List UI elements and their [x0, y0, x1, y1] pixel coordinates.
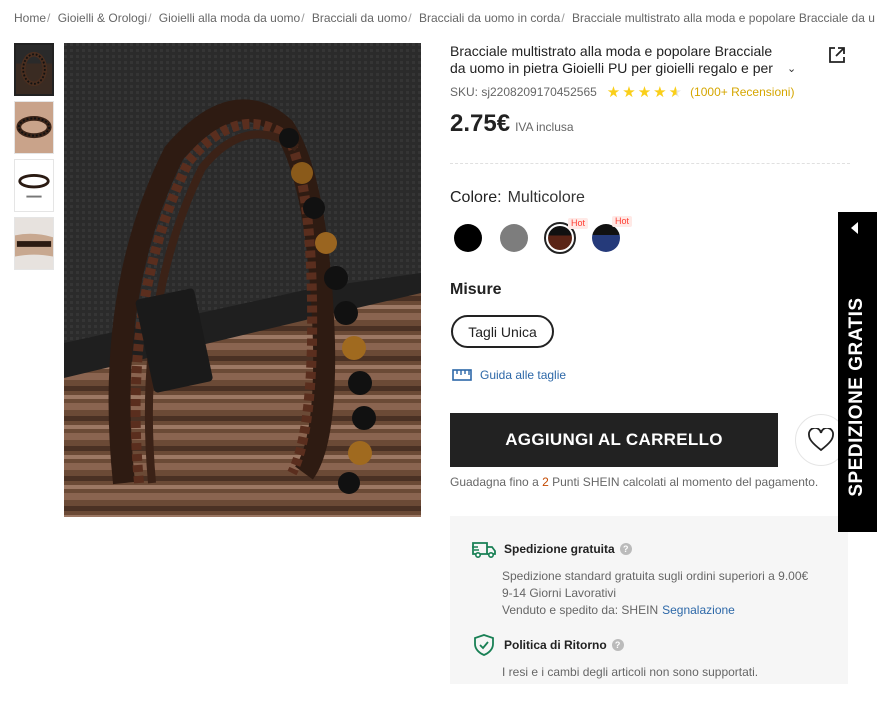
points-number: 2: [542, 475, 549, 489]
swatch-brown-fill: [548, 226, 572, 250]
breadcrumb-separator: /: [561, 11, 565, 25]
shield-check-icon: [474, 634, 494, 656]
color-label-text: Colore:: [450, 189, 502, 206]
thumbnail-list: [14, 43, 54, 275]
star-icon: ★: [637, 84, 654, 101]
size-option-button[interactable]: Tagli Unica: [451, 315, 554, 348]
product-title: Bracciale multistrato alla moda e popola…: [450, 43, 790, 77]
breadcrumb-separator: /: [301, 11, 305, 25]
product-main-image[interactable]: [64, 43, 421, 517]
seller-text: Venduto e spedito da: SHEIN: [502, 603, 659, 617]
reviews-link[interactable]: (1000+ Recensioni): [690, 85, 794, 99]
breadcrumb: Home/ Gioielli & Orologi/ Gioielli alla …: [14, 11, 877, 25]
points-suffix: Punti SHEIN calcolati al momento del pag…: [552, 475, 819, 489]
help-icon[interactable]: ?: [619, 543, 632, 555]
shipping-section: Spedizione gratuita ? Spedizione standar…: [472, 538, 808, 619]
thumbnail-2[interactable]: [14, 101, 54, 154]
swatch-navy-fill: [592, 224, 620, 252]
size-guide-link[interactable]: Guida alle taglie: [452, 368, 566, 382]
breadcrumb-men-fashion-jewelry[interactable]: Gioielli alla moda da uomo: [159, 11, 300, 25]
color-value: Multicolore: [507, 189, 585, 206]
sku-text: SKU: sj2208209170452565: [450, 85, 597, 99]
share-icon[interactable]: [827, 45, 847, 65]
shipping-info-box: Spedizione gratuita ? Spedizione standar…: [450, 516, 848, 684]
truck-icon: [472, 542, 496, 559]
points-prefix: Guadagna fino a: [450, 475, 539, 489]
swatch-grey[interactable]: [498, 222, 530, 254]
breadcrumb-men-bracelets[interactable]: Bracciali da uomo: [312, 11, 407, 25]
thumbnail-4[interactable]: [14, 217, 54, 270]
returns-title: Politica di Ritorno: [504, 638, 607, 652]
color-label: Colore: Multicolore: [450, 189, 585, 207]
price: 2.75€: [450, 110, 511, 137]
thumbnail-1[interactable]: [14, 43, 54, 96]
caret-left-icon: [851, 222, 858, 234]
swatch-navy-black[interactable]: Hot: [590, 216, 633, 254]
breadcrumb-rope-bracelets[interactable]: Bracciali da uomo in corda: [419, 11, 560, 25]
shipping-title: Spedizione gratuita: [504, 542, 615, 556]
returns-section: Politica di Ritorno ? I resi e i cambi d…: [472, 634, 758, 681]
returns-text: I resi e i cambi degli articoli non sono…: [502, 665, 759, 679]
shipping-line-1: Spedizione standard gratuita sugli ordin…: [502, 569, 809, 583]
size-guide-text: Guida alle taglie: [480, 368, 567, 382]
star-icon: ★: [622, 84, 638, 101]
shipping-line-2: 9-14 Giorni Lavorativi: [502, 586, 617, 600]
breadcrumb-separator: /: [148, 11, 152, 25]
report-link[interactable]: Segnalazione: [662, 603, 735, 617]
points-note: Guadagna fino a 2 Punti SHEIN calcolati …: [450, 475, 818, 489]
swatch-brown-multicolor[interactable]: Hot: [544, 218, 589, 254]
star-icon: ★: [653, 84, 669, 101]
vat-note: IVA inclusa: [515, 120, 574, 134]
heart-icon: [808, 428, 834, 452]
seller-line: Venduto e spedito da: SHEIN Segnalazione: [502, 602, 808, 619]
hot-badge: Hot: [568, 218, 589, 229]
rating-stars: ★ ★ ★ ★ ★: [607, 83, 684, 101]
breadcrumb-separator: /: [408, 11, 412, 25]
breadcrumb-jewelry-watches[interactable]: Gioielli & Orologi: [58, 11, 147, 25]
breadcrumb-current-product: Bracciale multistrato alla moda e popola…: [572, 11, 875, 25]
hot-badge: Hot: [612, 216, 633, 227]
product-title-text: Bracciale multistrato alla moda e popola…: [450, 43, 773, 76]
thumbnail-3[interactable]: [14, 159, 54, 212]
star-icon: ★: [606, 84, 623, 101]
price-row: 2.75€ IVA inclusa: [450, 110, 574, 138]
swatch-grey-fill: [500, 224, 528, 252]
swatch-black[interactable]: [452, 222, 484, 254]
breadcrumb-separator: /: [47, 11, 51, 25]
divider: [450, 163, 850, 164]
sku-rating-row: SKU: sj2208209170452565 ★ ★ ★ ★ ★ (1000+…: [450, 83, 794, 101]
side-banner-text: SPEDIZIONE GRATIS: [846, 297, 867, 497]
size-label: Misure: [450, 281, 502, 298]
help-icon[interactable]: ?: [611, 639, 624, 651]
add-to-cart-button[interactable]: AGGIUNGI AL CARRELLO: [450, 413, 778, 467]
product-info: Bracciale multistrato alla moda e popola…: [450, 43, 850, 77]
color-swatches: Hot Hot: [452, 216, 636, 254]
ruler-icon: [452, 369, 472, 381]
returns-heading: Politica di Ritorno ?: [472, 634, 758, 656]
shipping-heading: Spedizione gratuita ?: [472, 538, 808, 560]
swatch-black-fill: [454, 224, 482, 252]
free-shipping-side-banner[interactable]: SPEDIZIONE GRATIS: [838, 212, 877, 532]
chevron-down-icon[interactable]: ⌄: [787, 62, 796, 75]
half-star-icon: ★: [668, 84, 685, 101]
breadcrumb-home[interactable]: Home: [14, 11, 46, 25]
